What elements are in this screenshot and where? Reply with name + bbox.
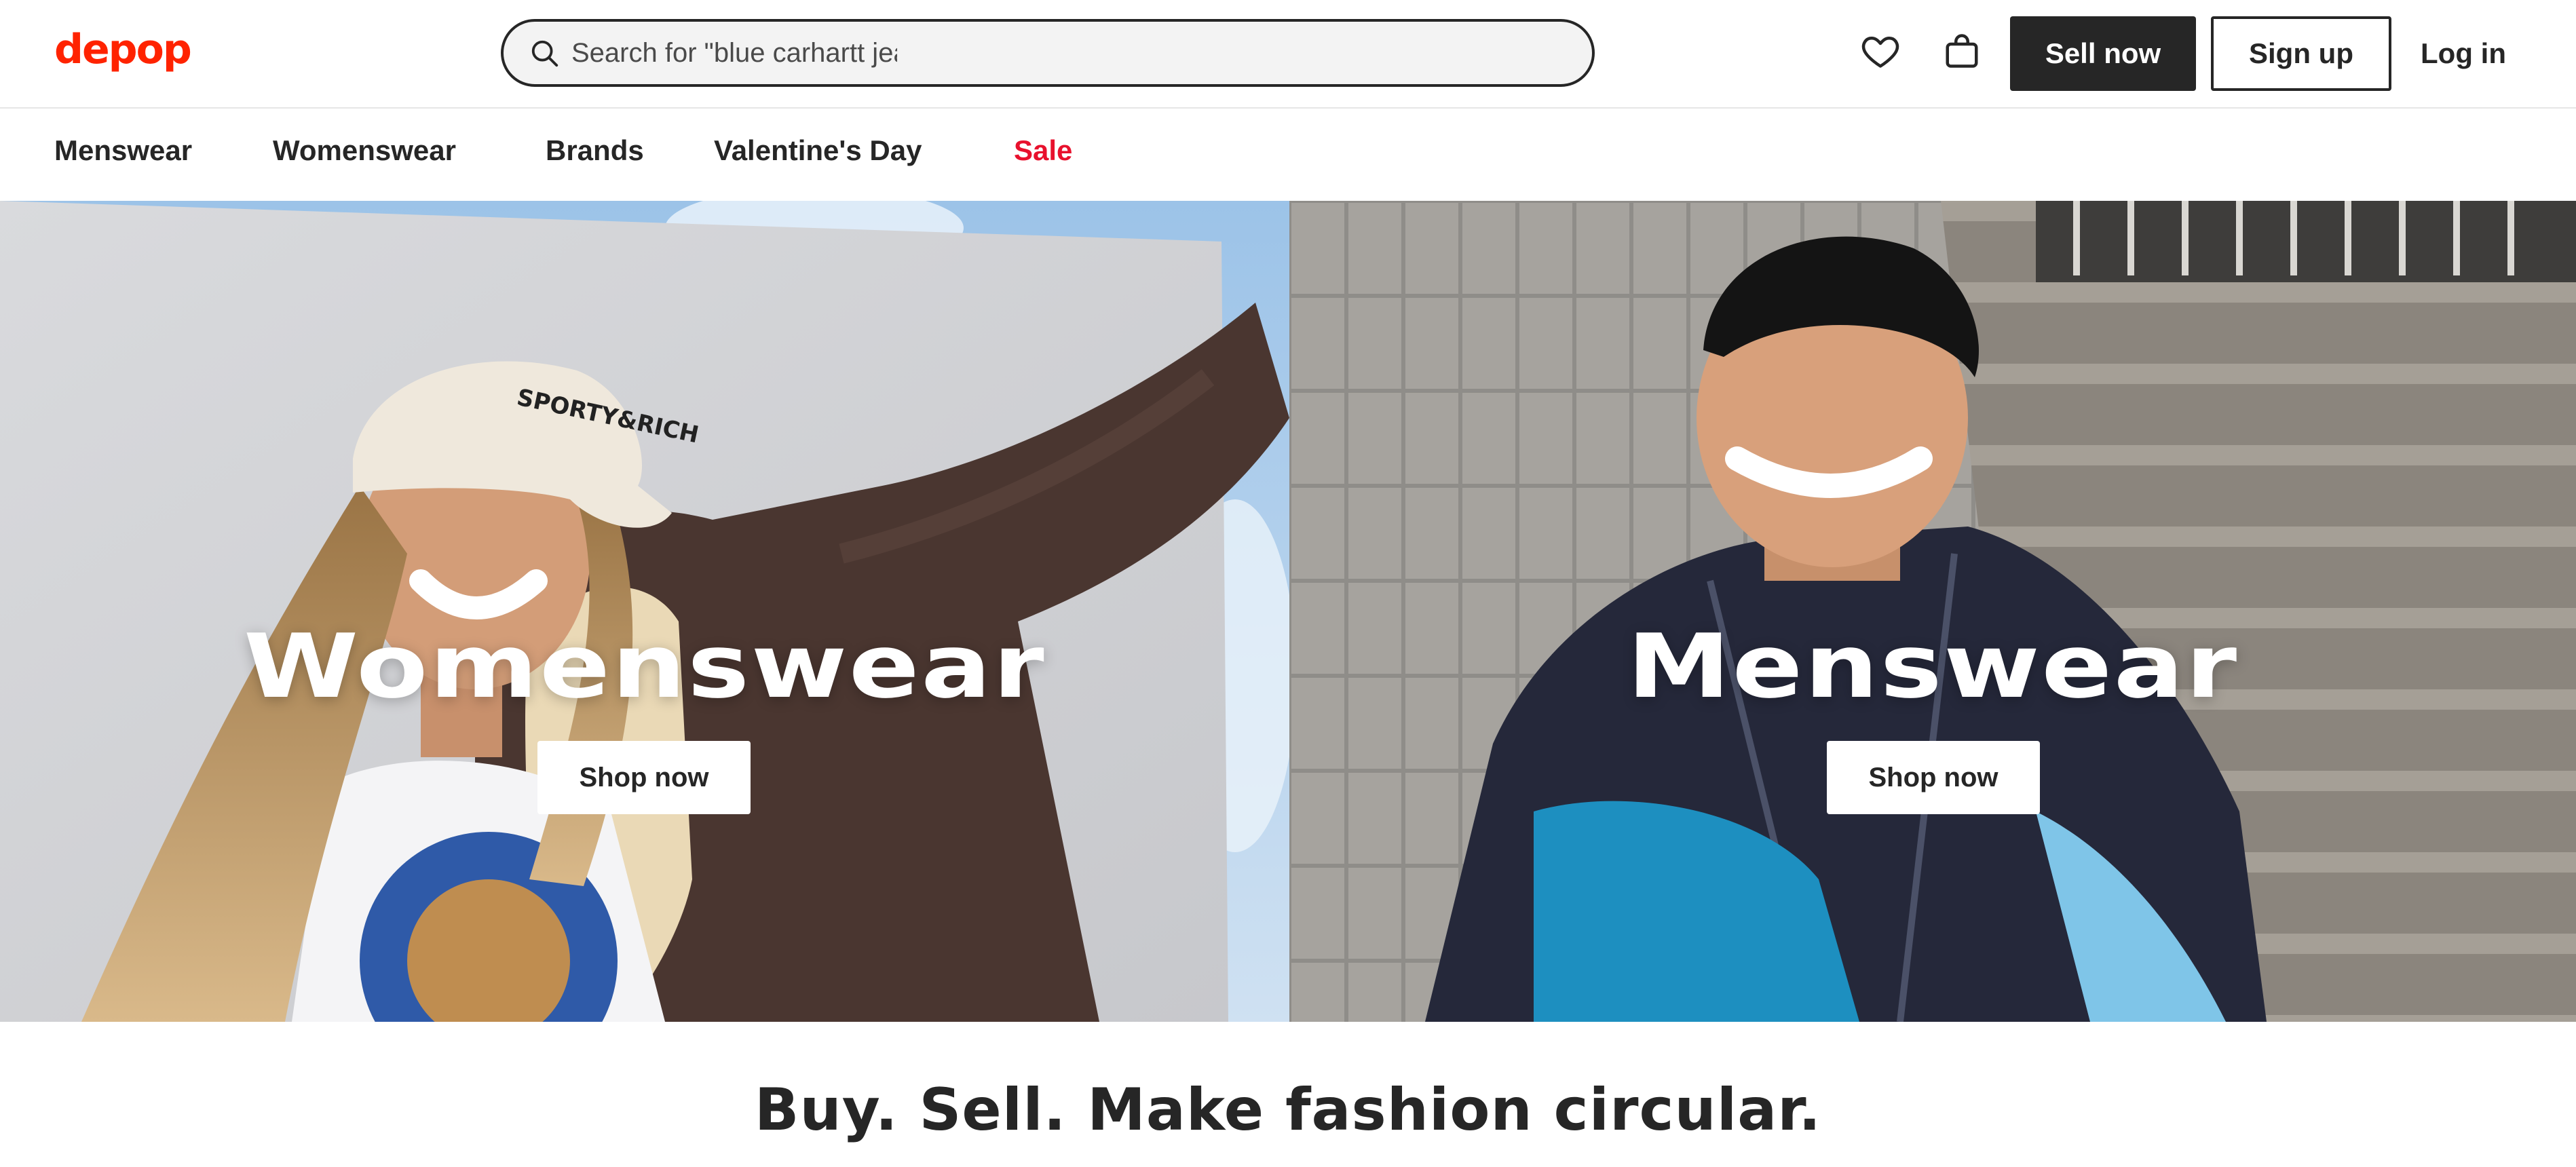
log-in-button[interactable]: Log in bbox=[2402, 16, 2524, 91]
womenswear-title: Womenswear bbox=[243, 615, 1046, 718]
menswear-title: Menswear bbox=[1627, 615, 2239, 718]
site-header: depop Sell now Sign up Log in bbox=[0, 0, 2576, 109]
menswear-shop-now-button[interactable]: Shop now bbox=[1827, 741, 2040, 814]
nav-item-brands[interactable]: Brands bbox=[546, 134, 644, 167]
hero-menswear[interactable]: Menswear Shop now bbox=[1289, 201, 2576, 1022]
search-icon bbox=[531, 40, 558, 67]
sell-now-button[interactable]: Sell now bbox=[2010, 16, 2196, 91]
nav-item-womenswear[interactable]: Womenswear bbox=[273, 134, 456, 167]
search-input[interactable] bbox=[571, 33, 897, 73]
womenswear-shop-now-button[interactable]: Shop now bbox=[537, 741, 751, 814]
menswear-hero-image bbox=[1289, 201, 2576, 1022]
depop-logo[interactable]: depop bbox=[54, 26, 192, 73]
nav-item-menswear[interactable]: Menswear bbox=[54, 134, 192, 167]
nav-item-sale[interactable]: Sale bbox=[1014, 134, 1072, 167]
nav-item-valentines-day[interactable]: Valentine's Day bbox=[714, 134, 922, 167]
hero-womenswear[interactable]: SPORTY&RICH Womenswear Shop now bbox=[0, 201, 1289, 1022]
tagline-heading: Buy. Sell. Make fashion circular. bbox=[754, 1076, 1822, 1144]
search-bar[interactable] bbox=[501, 19, 1595, 87]
shopping-bag-icon[interactable] bbox=[1938, 27, 1986, 75]
category-nav: Menswear Womenswear Brands Valentine's D… bbox=[0, 110, 2576, 201]
sign-up-button[interactable]: Sign up bbox=[2211, 16, 2391, 91]
heart-icon[interactable] bbox=[1857, 27, 1904, 75]
womenswear-hero-image: SPORTY&RICH bbox=[0, 201, 1289, 1022]
